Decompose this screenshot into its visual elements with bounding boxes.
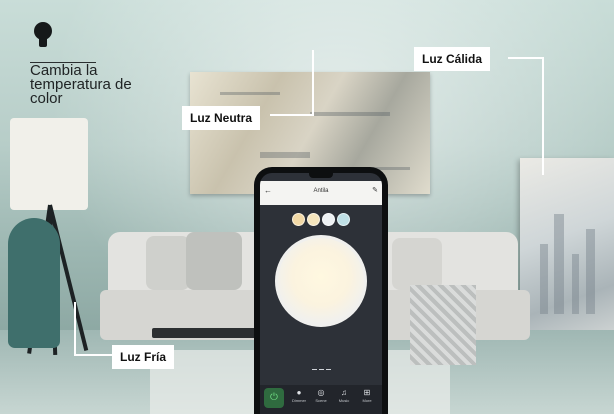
throw-blanket <box>410 285 476 365</box>
coffee-table <box>152 328 262 338</box>
phone-notch <box>309 173 333 178</box>
nav-scene[interactable]: ◎ Scene <box>310 388 332 404</box>
neutral-callout-line <box>312 50 314 115</box>
warm-callout-line <box>508 57 544 59</box>
edit-pencil-icon[interactable]: ✎ <box>372 186 378 194</box>
armchair <box>8 218 60 348</box>
warm-painting <box>520 158 614 354</box>
app-screen: ← Antila ✎ ⏻ ● Dimmer ◎ Scene ♫ Music ⊞ … <box>260 173 382 414</box>
nav-dimmer-label: Dimmer <box>292 398 306 403</box>
floor-lamp-shade <box>10 118 88 210</box>
color-swatch-warm[interactable] <box>292 213 305 226</box>
color-swatch-soft[interactable] <box>307 213 320 226</box>
color-swatch-cold[interactable] <box>337 213 350 226</box>
nav-music[interactable]: ♫ Music <box>333 388 355 404</box>
nav-scene-label: Scene <box>315 398 327 403</box>
room-scene: Cambia la temperatura de color Luz Neutr… <box>0 0 614 414</box>
bottom-nav: ⏻ ● Dimmer ◎ Scene ♫ Music ⊞ More <box>260 385 382 414</box>
smartphone: ← Antila ✎ ⏻ ● Dimmer ◎ Scene ♫ Music ⊞ … <box>254 167 388 414</box>
nav-more-label: More <box>362 398 372 403</box>
cold-callout-line <box>74 354 114 356</box>
music-icon: ♫ <box>341 388 347 397</box>
page-indicator <box>312 369 332 371</box>
grid-icon: ⊞ <box>363 388 371 397</box>
cold-light-label: Luz Fría <box>112 345 175 369</box>
color-swatch-neutral[interactable] <box>322 213 335 226</box>
cushion <box>186 232 242 290</box>
app-title: Antila <box>313 188 329 194</box>
cold-callout-line <box>74 302 76 356</box>
nav-dimmer[interactable]: ● Dimmer <box>288 388 310 404</box>
cushion <box>392 238 442 290</box>
nav-more[interactable]: ⊞ More <box>356 388 378 404</box>
app-header: ← Antila ✎ <box>260 181 382 205</box>
scene-icon: ◎ <box>317 388 325 397</box>
color-temperature-dial[interactable] <box>275 235 367 327</box>
neutral-light-label: Luz Neutra <box>182 106 261 130</box>
bulb-icon: ● <box>296 388 302 397</box>
power-icon[interactable]: ⏻ <box>264 388 284 408</box>
lightbulb-icon <box>34 22 52 48</box>
nav-music-label: Music <box>338 398 350 403</box>
cushion <box>146 236 190 290</box>
warm-light-label: Luz Cálida <box>414 47 491 71</box>
neutral-callout-line <box>270 114 314 116</box>
headline: Cambia la temperatura de color <box>30 62 132 107</box>
warm-callout-line <box>542 57 544 175</box>
